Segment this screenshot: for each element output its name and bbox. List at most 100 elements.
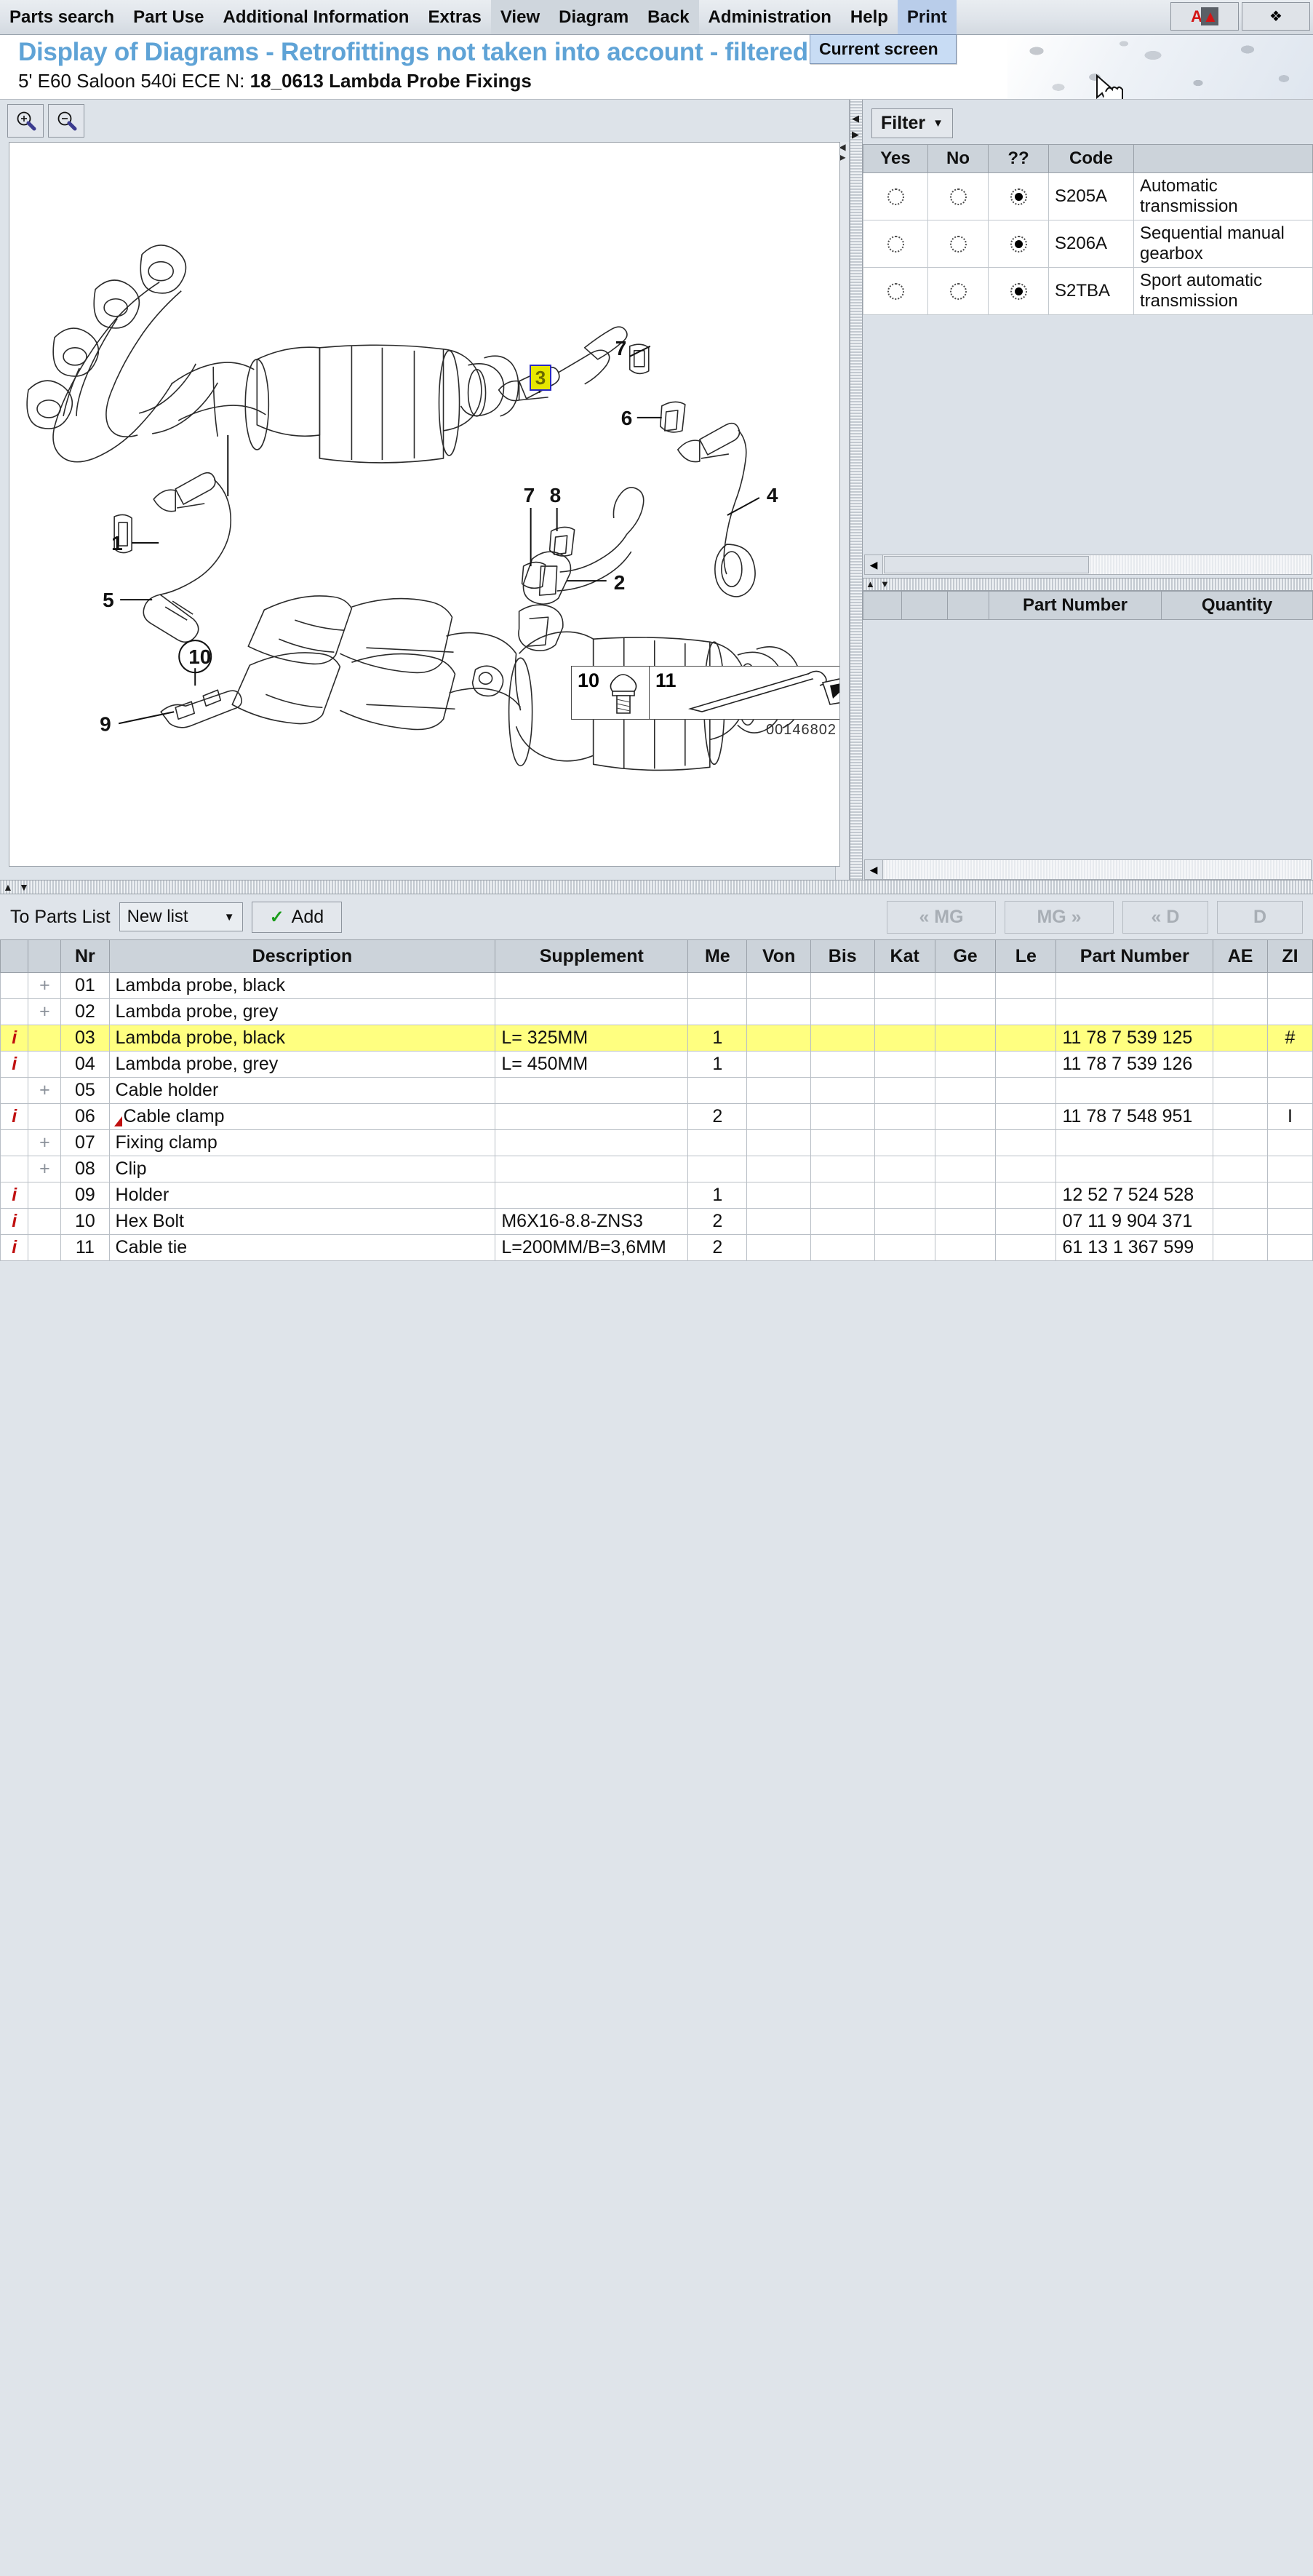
scrollbar-thumb[interactable] [884,556,1089,573]
splitter-down-icon[interactable]: ▼ [880,579,890,589]
row-info-marker[interactable]: i [0,1208,29,1235]
row-expand-toggle[interactable]: + [28,998,62,1025]
radio-no[interactable] [949,236,967,253]
horizontal-splitter[interactable]: ▲ ▼ [863,578,1313,591]
radio-no-cell[interactable] [927,267,989,315]
column-zi[interactable]: ZI [1266,939,1313,973]
row-expand-toggle[interactable]: + [28,1129,62,1156]
menu-back[interactable]: Back [638,0,699,34]
column-von[interactable]: Von [746,939,811,973]
menu-view[interactable]: View [490,0,550,34]
code-value[interactable]: S2TBA [1048,267,1134,315]
menu-administration[interactable]: Administration [699,0,841,34]
menu-additional-information[interactable]: Additional Information [213,0,418,34]
scrollbar-track[interactable] [1090,555,1311,574]
table-row[interactable]: S206A Sequential manual gearbox [863,220,1313,268]
bookmark-toolbar-button[interactable]: ❖ [1242,2,1310,31]
row-info-marker[interactable]: i [0,1182,29,1209]
column-description[interactable]: Description [108,939,496,973]
diagram-canvas[interactable]: 1 5 9 10 7 6 4 2 8 7 3 10 11 00146802 [9,142,840,867]
callout-3-highlighted[interactable]: 3 [530,365,551,391]
prev-d-button[interactable]: « D [1122,900,1208,934]
bottom-splitter[interactable]: ▲ ▼ [0,880,1313,894]
menu-item-current-screen[interactable]: Current screen [810,35,956,63]
radio-unknown[interactable] [1010,283,1027,301]
row-expand-toggle[interactable]: + [28,1156,62,1182]
column-me[interactable]: Me [687,939,748,973]
radio-yes[interactable] [887,283,904,301]
column-code[interactable]: Code [1048,144,1134,173]
menu-part-use[interactable]: Part Use [124,0,213,34]
table-row[interactable]: i 11 Cable tie L=200MM/B=3,6MM 2 61 13 1 367 … [0,1234,1313,1261]
radio-unknown[interactable] [1010,188,1027,206]
menu-extras[interactable]: Extras [418,0,490,34]
next-d-button[interactable]: D [1217,900,1303,934]
column-no[interactable]: No [927,144,989,173]
info-icon[interactable]: i [12,1054,17,1074]
menu-print[interactable]: Print [897,0,957,34]
parts-list-select[interactable]: New list ▼ [119,902,243,931]
radio-no[interactable] [949,188,967,206]
zoom-out-button[interactable] [48,104,84,138]
column-supplement[interactable]: Supplement [495,939,689,973]
table-row[interactable]: i 10 Hex Bolt M6X16-8.8-ZNS3 2 07 11 9 904 37… [0,1208,1313,1235]
column-yes[interactable]: Yes [863,144,928,173]
radio-no[interactable] [949,283,967,301]
splitter-collapse-left-icon[interactable]: ◀ [852,113,859,124]
column-part-number[interactable]: Part Number [1055,939,1214,973]
radio-yes[interactable] [887,188,904,206]
table-row[interactable]: +07 Fixing clamp [0,1129,1313,1156]
part-info-horizontal-scrollbar[interactable]: ◀ [864,859,1312,880]
column-nr[interactable]: Nr [60,939,110,973]
code-value[interactable]: S206A [1048,220,1134,268]
code-value[interactable]: S205A [1048,172,1134,220]
table-row[interactable]: i 04 Lambda probe, grey L= 450MM 1 11 78 7 53… [0,1051,1313,1078]
plus-icon[interactable]: + [39,975,50,995]
column-bis[interactable]: Bis [810,939,875,973]
column-kat[interactable]: Kat [874,939,935,973]
row-info-marker[interactable]: i [0,1025,29,1052]
vertical-splitter[interactable]: ◀ ▶ [850,100,863,880]
info-icon[interactable]: i [12,1027,17,1048]
column-ae[interactable]: AE [1213,939,1268,973]
next-mg-button[interactable]: MG » [1005,900,1114,934]
menu-help[interactable]: Help [841,0,898,34]
column-part-number[interactable]: Part Number [989,591,1162,620]
column-le[interactable]: Le [995,939,1057,973]
radio-unknown-cell[interactable] [988,172,1049,220]
radio-yes-cell[interactable] [863,267,928,315]
radio-no-cell[interactable] [927,172,989,220]
code-description[interactable]: Sequential manual gearbox [1133,220,1313,268]
prev-mg-button[interactable]: « MG [887,900,996,934]
splitter-up-icon[interactable]: ▲ [866,579,875,589]
plus-icon[interactable]: + [39,1001,50,1022]
translation-toolbar-button[interactable]: A▲ [1170,2,1239,31]
column-quantity[interactable]: Quantity [1161,591,1313,620]
row-info-marker[interactable]: i [0,1051,29,1078]
table-row[interactable]: i 03 Lambda probe, black L= 325MM 1 11 78 7 5… [0,1025,1313,1052]
table-row[interactable]: +08 Clip [0,1156,1313,1182]
radio-unknown[interactable] [1010,236,1027,253]
column-unknown[interactable]: ?? [988,144,1049,173]
row-expand-toggle[interactable]: + [28,972,62,999]
codes-horizontal-scrollbar[interactable]: ◀ [864,554,1312,575]
add-button[interactable]: ✓ Add [251,901,343,933]
menu-parts-search[interactable]: Parts search [0,0,124,34]
row-expand-toggle[interactable]: + [28,1077,62,1104]
code-description[interactable]: Sport automatic transmission [1133,267,1313,315]
info-icon[interactable]: i [12,1106,17,1126]
scroll-left-icon[interactable]: ◀ [865,555,883,574]
radio-unknown-cell[interactable] [988,220,1049,268]
radio-no-cell[interactable] [927,220,989,268]
row-info-marker[interactable]: i [0,1103,29,1130]
filter-button[interactable]: Filter ▼ [871,108,953,138]
radio-yes[interactable] [887,236,904,253]
radio-yes-cell[interactable] [863,220,928,268]
scroll-left-icon[interactable]: ◀ [865,860,883,879]
bottom-splitter-up-icon[interactable]: ▲ [3,881,13,893]
info-icon[interactable]: i [12,1185,17,1205]
info-icon[interactable]: i [12,1237,17,1257]
scrollbar-track[interactable] [883,860,1311,879]
table-row[interactable]: S205A Automatic transmission [863,172,1313,220]
table-row[interactable]: S2TBA Sport automatic transmission [863,267,1313,315]
